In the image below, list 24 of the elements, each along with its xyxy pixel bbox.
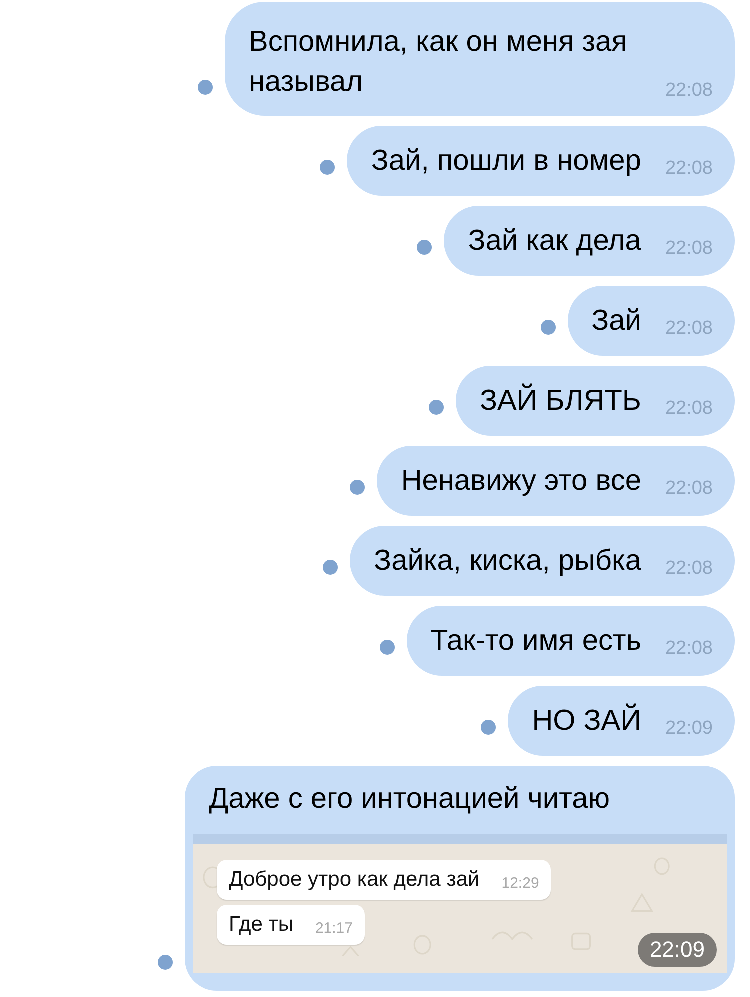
message-time: 22:09 [638, 933, 717, 967]
message-text: Вспомнила, как он меня зая называл [249, 25, 628, 100]
screenshot-message-time: 21:17 [315, 920, 353, 937]
message-text: Так-то имя есть [430, 624, 642, 658]
screenshot-message-text: Где ты [229, 913, 294, 937]
message-time: 22:08 [665, 558, 713, 580]
message-time: 22:08 [665, 238, 713, 260]
message-text: Зай как дела [468, 224, 642, 258]
message-text: ЗАЙ БЛЯТЬ [480, 384, 642, 418]
message-text: Зай, пошли в номер [371, 144, 642, 178]
message-text: НО ЗАЙ [532, 704, 642, 738]
message-time: 22:08 [665, 80, 713, 102]
message-time: 22:08 [665, 318, 713, 340]
message-text: Даже с его интонацией читаю [208, 782, 611, 816]
message-text: Ненавижу это все [401, 464, 642, 498]
message-time: 22:08 [665, 478, 713, 500]
message-time: 22:08 [665, 398, 713, 420]
message-time: 22:09 [665, 718, 713, 740]
message-time: 22:08 [665, 638, 713, 660]
message-time: 22:08 [665, 158, 713, 180]
message-text: Зайка, киска, рыбка [374, 544, 642, 578]
screenshot-message-time: 12:29 [502, 875, 540, 892]
screenshot-message-text: Доброе утро как дела зай [229, 868, 480, 892]
message-text: Зай [592, 304, 642, 338]
